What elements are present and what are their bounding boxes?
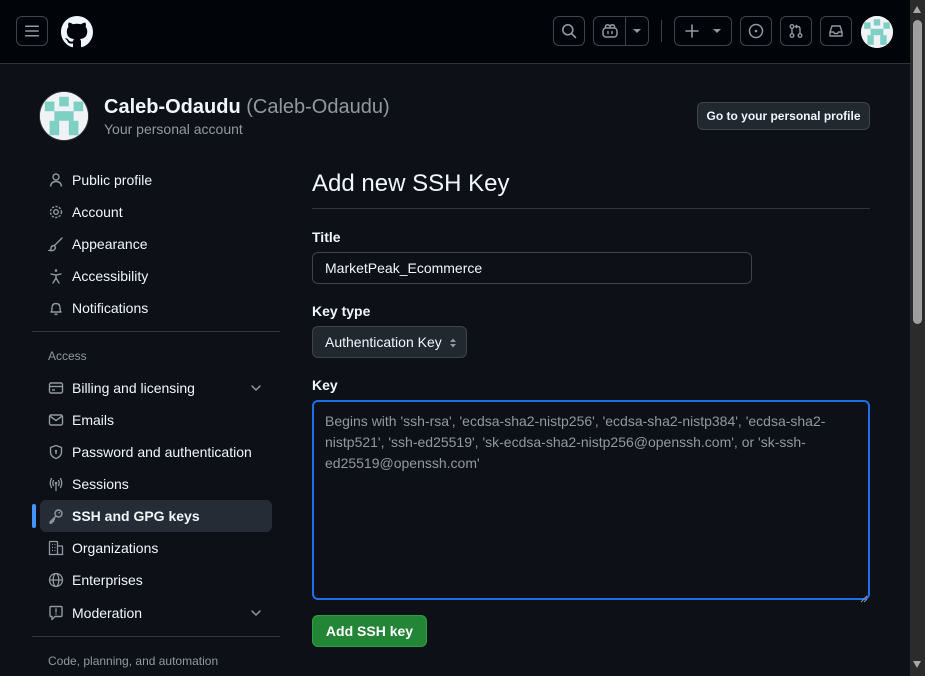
credit-card-icon	[48, 380, 64, 396]
page-scrollbar[interactable]	[910, 0, 925, 676]
sidebar-item-sessions[interactable]: Sessions	[40, 468, 272, 500]
key-icon	[48, 508, 64, 524]
globe-icon	[48, 572, 64, 588]
sidebar-item-ssh-gpg-keys[interactable]: SSH and GPG keys	[40, 500, 272, 532]
sidebar-item-label: Accessibility	[72, 268, 149, 284]
sidebar-item-label: Moderation	[72, 605, 143, 621]
active-indicator	[32, 504, 36, 528]
sidebar-item-accessibility[interactable]: Accessibility	[40, 260, 272, 292]
copilot-icon	[601, 24, 618, 38]
resize-grip-icon[interactable]	[860, 590, 868, 606]
sidebar-item-label: Sessions	[72, 476, 129, 492]
page-title: Add new SSH Key	[312, 170, 510, 197]
person-icon	[48, 172, 64, 188]
key-textarea[interactable]	[312, 400, 870, 600]
inbox-icon	[829, 25, 843, 37]
search-icon	[562, 24, 577, 39]
sidebar-heading-code: Code, planning, and automation	[48, 654, 219, 668]
scroll-thumb[interactable]	[913, 20, 922, 324]
create-new-button[interactable]	[674, 16, 732, 46]
mail-icon	[48, 412, 64, 428]
sidebar-item-label: Password and authentication	[72, 444, 252, 460]
sidebar-item-billing[interactable]: Billing and licensing	[40, 372, 272, 404]
global-header	[0, 0, 910, 64]
bell-icon	[48, 300, 64, 316]
accessibility-icon	[48, 268, 64, 284]
report-icon	[48, 605, 64, 621]
profile-subtitle: Your personal account	[104, 121, 243, 137]
issue-opened-icon	[748, 23, 764, 39]
key-label: Key	[312, 377, 338, 393]
inbox-button[interactable]	[820, 16, 852, 46]
github-logo-icon[interactable]	[61, 16, 93, 51]
broadcast-icon	[48, 476, 64, 492]
identicon-icon	[861, 16, 893, 48]
profile-avatar	[40, 92, 88, 140]
keytype-value: Authentication Key	[325, 334, 442, 350]
chevron-down-icon	[713, 29, 721, 33]
menu-button[interactable]	[16, 16, 48, 46]
add-ssh-key-button[interactable]: Add SSH key	[312, 615, 427, 647]
issues-button[interactable]	[740, 16, 772, 46]
keytype-label: Key type	[312, 303, 371, 319]
chevron-down-icon[interactable]	[250, 606, 262, 622]
profile-display-name: Caleb-Odaudu	[104, 96, 241, 118]
sidebar-item-enterprises[interactable]: Enterprises	[40, 564, 272, 596]
sidebar-item-label: Emails	[72, 412, 115, 428]
organization-icon	[48, 540, 64, 556]
shield-lock-icon	[48, 444, 64, 460]
search-button[interactable]	[553, 16, 585, 46]
sidebar-item-account[interactable]: Account	[40, 196, 272, 228]
sidebar-heading-access: Access	[48, 349, 87, 363]
title-divider	[312, 208, 870, 209]
chevron-down-icon[interactable]	[250, 381, 262, 397]
sidebar-item-label: Account	[72, 204, 123, 220]
go-to-profile-button[interactable]: Go to your personal profile	[697, 102, 870, 130]
sidebar-item-password[interactable]: Password and authentication	[40, 436, 272, 468]
user-avatar[interactable]	[861, 16, 893, 48]
sidebar-item-label: Public profile	[72, 172, 153, 188]
gear-icon	[48, 204, 64, 220]
title-input[interactable]	[312, 252, 752, 284]
header-divider	[661, 20, 662, 42]
sidebar-divider	[32, 636, 280, 637]
scroll-down-arrow-icon[interactable]	[913, 661, 921, 668]
plus-icon	[685, 24, 699, 38]
sidebar-item-label: Appearance	[72, 236, 148, 252]
sidebar-item-emails[interactable]: Emails	[40, 404, 272, 436]
keytype-select[interactable]: Authentication Key	[312, 326, 467, 358]
hamburger-icon	[25, 25, 39, 37]
identicon-icon	[40, 92, 88, 140]
sidebar-item-label: Enterprises	[72, 572, 143, 588]
copilot-dropdown-icon[interactable]	[626, 28, 648, 34]
sidebar-item-label: SSH and GPG keys	[72, 508, 200, 524]
sidebar-item-notifications[interactable]: Notifications	[40, 292, 272, 324]
sidebar-item-label: Notifications	[72, 300, 149, 316]
scroll-up-arrow-icon[interactable]	[913, 6, 921, 13]
sidebar-item-label: Billing and licensing	[72, 380, 195, 396]
sidebar-item-label: Organizations	[72, 540, 159, 556]
sidebar-divider	[32, 331, 280, 332]
sidebar-item-moderation[interactable]: Moderation	[40, 597, 272, 629]
sidebar-item-appearance[interactable]: Appearance	[40, 228, 272, 260]
sidebar-item-organizations[interactable]: Organizations	[40, 532, 272, 564]
copilot-button[interactable]	[593, 16, 649, 46]
select-arrows-icon	[449, 336, 457, 352]
sidebar-item-public-profile[interactable]: Public profile	[40, 164, 272, 196]
profile-login: (Caleb-Odaudu)	[246, 96, 390, 118]
git-pull-request-icon	[789, 24, 803, 38]
paintbrush-icon	[48, 236, 64, 252]
pull-requests-button[interactable]	[780, 16, 812, 46]
profile-name: Caleb-Odaudu (Caleb-Odaudu)	[104, 96, 390, 119]
title-label: Title	[312, 229, 341, 245]
